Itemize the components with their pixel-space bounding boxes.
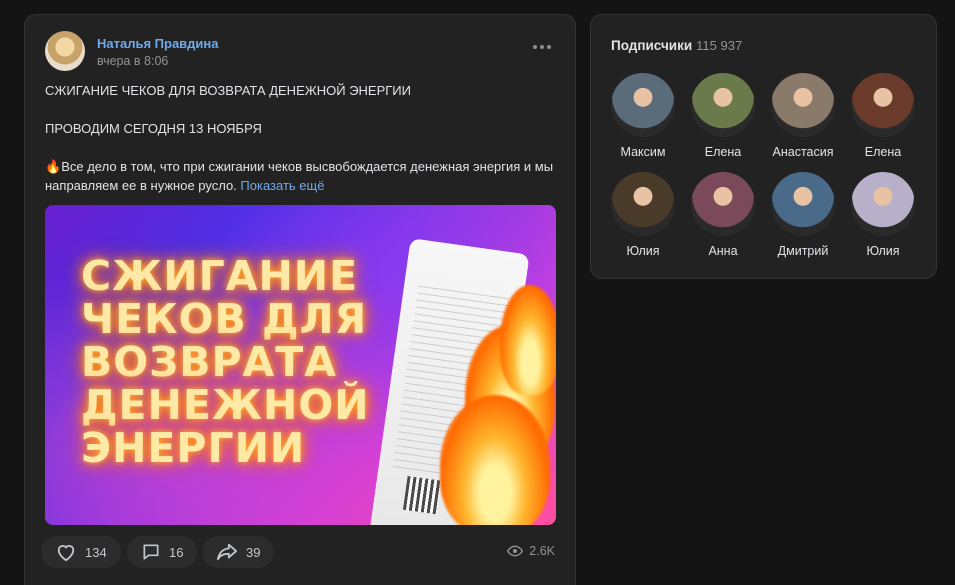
- show-more-link[interactable]: Показать ещё: [240, 178, 324, 193]
- subscriber-item[interactable]: Анна: [683, 172, 763, 258]
- author-avatar[interactable]: [45, 31, 85, 71]
- comment-icon: [143, 544, 159, 560]
- subscriber-avatar[interactable]: [851, 172, 915, 236]
- heart-icon: [57, 545, 75, 562]
- subscribers-title-text: Подписчики: [611, 38, 693, 53]
- subscriber-avatar[interactable]: [611, 172, 675, 236]
- comment-count: 16: [169, 544, 184, 560]
- subscriber-avatar[interactable]: [611, 73, 675, 137]
- subscriber-name[interactable]: Юлия: [843, 244, 923, 258]
- share-button[interactable]: 39: [202, 536, 275, 568]
- subscriber-item[interactable]: Дмитрий: [763, 172, 843, 258]
- post-text-date: ПРОВОДИМ СЕГОДНЯ 13 НОЯБРЯ: [45, 121, 262, 136]
- subscriber-name[interactable]: Анна: [683, 244, 763, 258]
- subscriber-item[interactable]: Юлия: [603, 172, 683, 258]
- subscriber-avatar[interactable]: [691, 172, 755, 236]
- subscriber-name[interactable]: Максим: [603, 145, 683, 159]
- fire-icon: 🔥: [45, 159, 62, 174]
- comment-button[interactable]: 16: [127, 536, 198, 568]
- subscriber-avatar[interactable]: [851, 73, 915, 137]
- share-count: 39: [246, 544, 261, 560]
- subscriber-name[interactable]: Елена: [843, 145, 923, 159]
- like-button[interactable]: 134: [41, 536, 121, 568]
- post-image[interactable]: СЖИГАНИЕ ЧЕКОВ ДЛЯ ВОЗВРАТА ДЕНЕЖНОЙ ЭНЕ…: [45, 205, 556, 525]
- subscribers-title[interactable]: Подписчики 115 937: [611, 38, 742, 53]
- subscriber-item[interactable]: Максим: [603, 73, 683, 159]
- subscriber-item[interactable]: Елена: [683, 73, 763, 159]
- subscriber-avatar[interactable]: [771, 73, 835, 137]
- author-name[interactable]: Наталья Правдина: [97, 36, 219, 51]
- subscriber-name[interactable]: Анастасия: [763, 145, 843, 159]
- image-caption-text: СЖИГАНИЕ ЧЕКОВ ДЛЯ ВОЗВРАТА ДЕНЕЖНОЙ ЭНЕ…: [81, 252, 370, 472]
- post-text-body: 🔥Все дело в том, что при сжигании чеков …: [45, 157, 565, 195]
- subscriber-name[interactable]: Юлия: [603, 244, 683, 258]
- post-card: Наталья Правдина вчера в 8:06 СЖИГАНИЕ Ч…: [24, 14, 576, 585]
- post-time[interactable]: вчера в 8:06: [97, 54, 168, 68]
- subscriber-item[interactable]: Анастасия: [763, 73, 843, 159]
- share-icon: [217, 543, 237, 561]
- subscriber-item[interactable]: Елена: [843, 73, 923, 159]
- views-counter: 2.6K: [507, 544, 555, 558]
- like-count: 134: [85, 544, 107, 560]
- subscribers-count: 115 937: [696, 38, 743, 53]
- more-options-icon[interactable]: [533, 43, 551, 51]
- eye-icon: [507, 545, 524, 557]
- subscriber-name[interactable]: Дмитрий: [763, 244, 843, 258]
- subscriber-item[interactable]: Юлия: [843, 172, 923, 258]
- subscriber-avatar[interactable]: [771, 172, 835, 236]
- post-text-title: СЖИГАНИЕ ЧЕКОВ ДЛЯ ВОЗВРАТА ДЕНЕЖНОЙ ЭНЕ…: [45, 83, 411, 98]
- views-count: 2.6K: [529, 544, 555, 558]
- subscribers-card: Подписчики 115 937 Максим Елена Анастасия Ел…: [590, 14, 937, 279]
- subscriber-avatar[interactable]: [691, 73, 755, 137]
- subscriber-name[interactable]: Елена: [683, 145, 763, 159]
